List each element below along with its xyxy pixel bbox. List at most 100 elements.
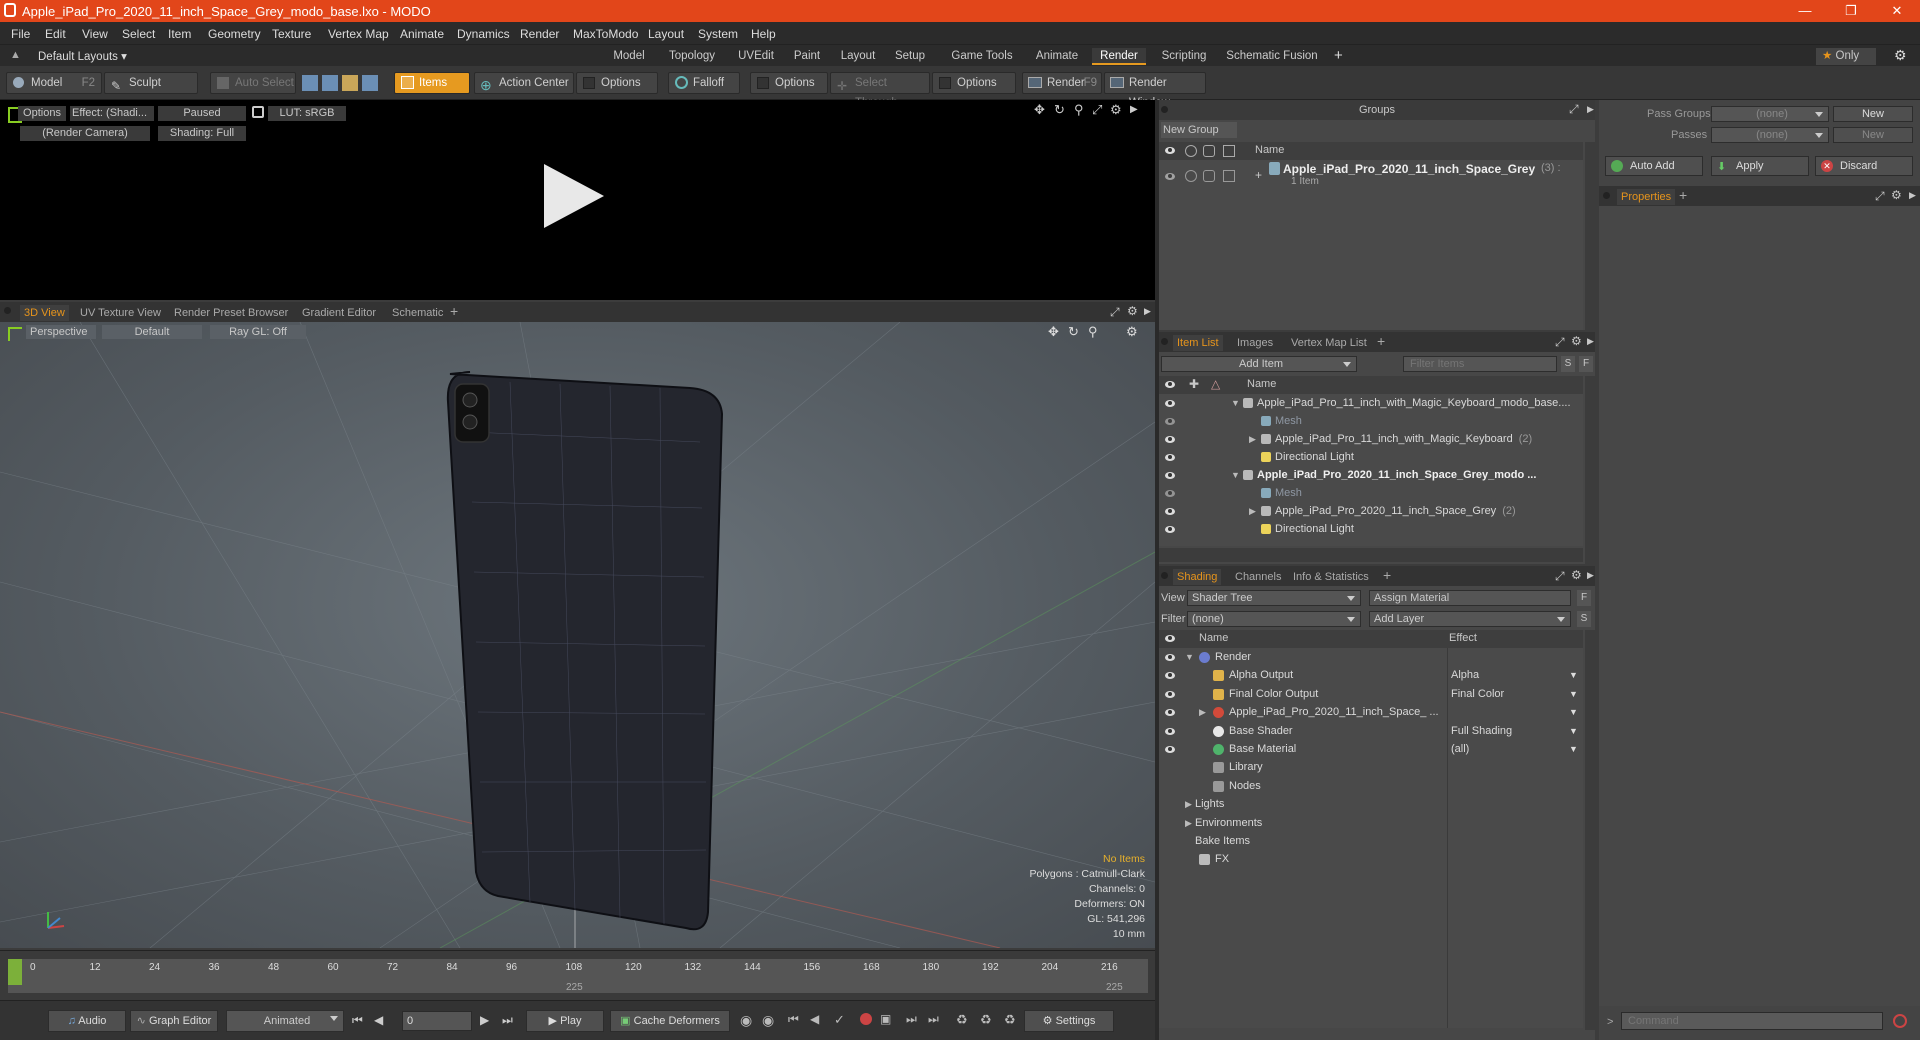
settings-button[interactable]: ⚙ Settings	[1024, 1010, 1114, 1032]
effect-dropdown[interactable]: Effect: (Shadi...	[70, 106, 154, 121]
pass-groups-dropdown[interactable]: (none)	[1711, 106, 1829, 122]
shader-tree-row[interactable]: Base Material (all) ▼	[1159, 740, 1583, 758]
shader-tree-row[interactable]: ▶ Apple_iPad_Pro_2020_11_inch_Space_ ... ▼	[1159, 703, 1583, 721]
menu-view[interactable]: View	[82, 27, 108, 41]
shading-f-button[interactable]: F	[1577, 590, 1591, 606]
play-icon[interactable]	[540, 162, 610, 232]
command-input[interactable]	[1621, 1012, 1883, 1030]
record-icon[interactable]	[860, 1013, 872, 1025]
new-pass-button[interactable]: New	[1833, 127, 1913, 143]
discard-button[interactable]: ✕ Discard	[1815, 156, 1913, 176]
item-list-scrollbar[interactable]	[1585, 376, 1595, 564]
gear-icon[interactable]: ⚙	[1571, 568, 1582, 582]
select-options-button[interactable]: Options	[932, 72, 1016, 94]
tab-channels[interactable]: Channels	[1231, 569, 1285, 585]
eye-icon[interactable]	[1165, 709, 1175, 717]
effect-dropdown[interactable]: Alpha	[1451, 666, 1581, 684]
restore-icon[interactable]: ❐	[1828, 0, 1874, 22]
timeline[interactable]: 0 12 24 36 48 60 72 84 96 108 120 132 144 156 168 180 19…	[0, 950, 1155, 1000]
expand-arrow-icon[interactable]: ▶	[1587, 570, 1594, 581]
play-button[interactable]: ▶ Play	[526, 1010, 604, 1032]
eye-icon[interactable]	[1165, 400, 1175, 407]
item-list-row[interactable]: Mesh	[1159, 484, 1583, 502]
collapse-arrow-icon[interactable]: ▼	[1231, 466, 1240, 484]
frame-input[interactable]	[402, 1011, 472, 1031]
shader-tree-scrollbar[interactable]	[1585, 630, 1595, 1030]
add-tab-icon[interactable]: +	[1679, 187, 1687, 203]
item-list-row[interactable]: ▶ Apple_iPad_Pro_2020_11_inch_Space_Grey(…	[1159, 502, 1583, 520]
tab-setup[interactable]: Setup	[890, 48, 930, 65]
pan-icon[interactable]: ✥	[1034, 102, 1045, 118]
model-mode-button[interactable]: Model F2	[6, 72, 102, 94]
only-toggle[interactable]: ★ Only	[1816, 48, 1876, 65]
next-key-icon[interactable]: ▶	[480, 1013, 489, 1027]
tab-game-tools[interactable]: Game Tools	[948, 48, 1016, 65]
cache-deformers-button[interactable]: ▣ Cache Deformers	[610, 1010, 730, 1032]
tab-properties[interactable]: Properties	[1617, 189, 1676, 205]
tab-layout[interactable]: Layout	[834, 48, 882, 65]
expand-arrow-icon[interactable]: ▶	[1130, 104, 1138, 115]
dropdown-arrow-icon[interactable]: ▼	[1569, 703, 1578, 721]
gear-icon[interactable]: ⚙	[1571, 334, 1582, 348]
expand-arrow-icon[interactable]: ▶	[1199, 703, 1206, 721]
tab-images[interactable]: Images	[1233, 335, 1277, 351]
shading-dropdown[interactable]: Shading: Full	[158, 126, 246, 141]
tab-topology[interactable]: Topology	[660, 48, 724, 65]
tab-vertex-map-list[interactable]: Vertex Map List	[1287, 335, 1371, 351]
gear-icon[interactable]: ⚙	[1891, 188, 1902, 202]
action-center-button[interactable]: ⊕ Action Center	[474, 72, 574, 94]
key-delete-icon[interactable]: ▣	[880, 1012, 891, 1026]
menu-maxtomodo[interactable]: MaxToModo	[573, 27, 638, 41]
maximize-icon[interactable]: ⤢	[1110, 305, 1120, 320]
add-tab-icon[interactable]: +	[1383, 567, 1391, 583]
eye-icon[interactable]	[1165, 436, 1175, 443]
shader-tree-rows[interactable]: ▼ Render Alpha Output Alpha ▼ Final Color Out…	[1159, 648, 1583, 1028]
item-list-row[interactable]: ▼ Apple_iPad_Pro_2020_11_inch_Space_Grey_…	[1159, 466, 1583, 484]
expand-arrow-icon[interactable]: ▶	[1249, 502, 1256, 520]
go-start-icon[interactable]: ⏮	[352, 1013, 363, 1028]
next-keyframe-icon[interactable]: ⏭	[906, 1012, 917, 1027]
menu-dynamics[interactable]: Dynamics	[457, 27, 510, 41]
shader-tree-row[interactable]: Library	[1159, 758, 1583, 776]
prev-keyframe-icon[interactable]: ⏮	[788, 1012, 799, 1027]
shader-tree-row[interactable]: Alpha Output Alpha ▼	[1159, 666, 1583, 684]
dropdown-arrow-icon[interactable]: ▼	[1569, 740, 1578, 758]
eye-icon[interactable]	[1165, 490, 1175, 497]
eye-icon[interactable]	[1165, 508, 1175, 515]
render-camera-dropdown[interactable]: (Render Camera)	[20, 126, 150, 141]
audio-button[interactable]: ♫ Audio	[48, 1010, 126, 1032]
groups-scrollbar[interactable]	[1585, 142, 1595, 330]
menu-item[interactable]: Item	[168, 27, 191, 41]
cycle-icon[interactable]: ♻	[1004, 1012, 1016, 1028]
sculpt-button[interactable]: ✎ Sculpt	[104, 72, 198, 94]
key-tool-icon[interactable]: ◉	[762, 1012, 774, 1029]
minimize-icon[interactable]: —	[1782, 0, 1828, 22]
effect-dropdown[interactable]: (all)	[1451, 740, 1581, 758]
view-dropdown[interactable]: Shader Tree	[1187, 590, 1361, 606]
item-list-row[interactable]: ▼ Apple_iPad_Pro_11_inch_with_Magic_Keybo…	[1159, 394, 1583, 412]
playhead-marker[interactable]	[8, 959, 22, 985]
rotate-icon[interactable]: ↻	[1068, 324, 1079, 340]
eye-icon[interactable]	[1165, 672, 1175, 680]
shader-tree-row[interactable]: ▼ Render	[1159, 648, 1583, 666]
layout-lock-icon[interactable]: ▲	[10, 49, 21, 61]
lut-dropdown[interactable]: LUT: sRGB	[268, 106, 346, 121]
eye-icon[interactable]	[1165, 454, 1175, 461]
shader-tree-row[interactable]: Base Shader Full Shading ▼	[1159, 722, 1583, 740]
tab-gradient-editor[interactable]: Gradient Editor	[298, 305, 380, 321]
render-options-button[interactable]: Options	[18, 106, 66, 121]
tab-scripting[interactable]: Scripting	[1154, 48, 1214, 65]
tab-model[interactable]: Model	[606, 48, 652, 65]
default-layouts-dropdown[interactable]: Default Layouts ▾	[38, 49, 127, 63]
expand-arrow-icon[interactable]: ▶	[1909, 190, 1916, 201]
vertices-mode-icon[interactable]	[302, 75, 318, 91]
eye-icon[interactable]	[1165, 690, 1175, 698]
filter-items-input[interactable]	[1403, 356, 1557, 372]
new-group-button[interactable]: New Group	[1161, 122, 1237, 138]
menu-render[interactable]: Render	[520, 27, 559, 41]
collapse-arrow-icon[interactable]: ▼	[1231, 394, 1240, 412]
menu-help[interactable]: Help	[751, 27, 776, 41]
gear-icon[interactable]: ⚙	[1110, 102, 1122, 118]
item-list-hscrollbar[interactable]	[1159, 548, 1583, 562]
select-toggle-icon[interactable]	[1223, 170, 1235, 182]
